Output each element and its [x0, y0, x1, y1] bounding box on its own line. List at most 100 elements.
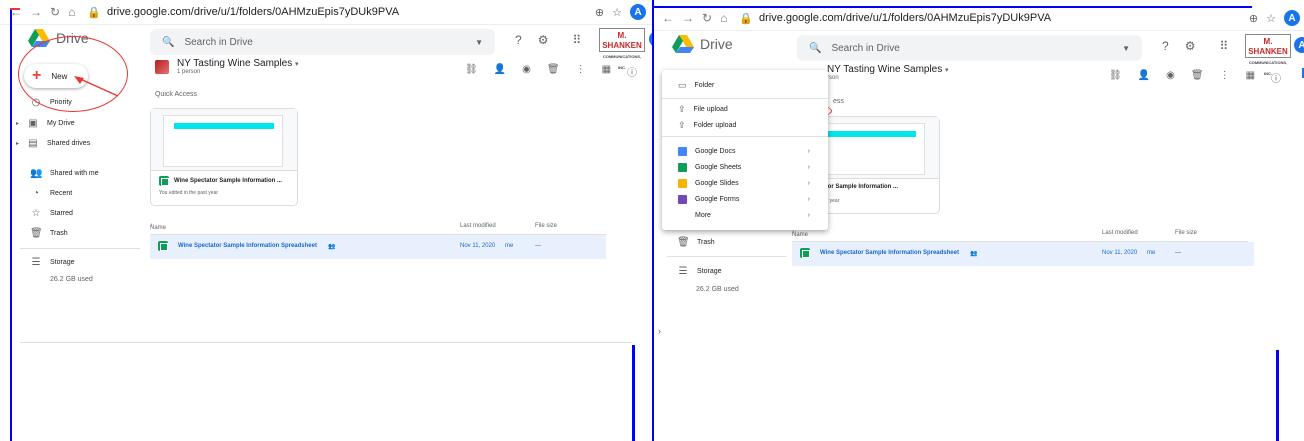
search-icon[interactable]: 🔍 — [162, 37, 174, 48]
search-input[interactable]: 🔍 Search in Drive ▼ — [797, 35, 1142, 61]
main-content: NY Tasting Wine Samples ▾ rson ⛓ 👤 ◉ 🗑 ⋮… — [792, 64, 1281, 344]
sidebar-item-recent[interactable]: ◔ Recent — [30, 186, 72, 200]
menu-item-google-sheets[interactable]: Google Sheets › — [662, 160, 828, 174]
more-vert-icon[interactable]: ⋮ — [1220, 70, 1230, 85]
lock-icon: 🔒 — [739, 12, 754, 25]
help-icon[interactable]: ? — [1162, 39, 1169, 53]
url-text[interactable]: drive.google.com/drive/u/1/folders/0AHMz… — [759, 12, 1051, 24]
table-row[interactable]: Wine Spectator Sample Information Spread… — [792, 242, 1254, 266]
home-icon[interactable]: ⌂ — [720, 11, 727, 25]
search-options-icon[interactable]: ▼ — [475, 38, 483, 47]
grid-view-icon[interactable]: ▦ — [1246, 70, 1255, 85]
search-input[interactable]: 🔍 Search in Drive ▼ — [150, 29, 495, 55]
info-icon[interactable]: ⓘ — [627, 64, 637, 79]
add-person-icon[interactable]: 👤 — [1138, 70, 1150, 85]
apps-grid-icon[interactable]: ⠿ — [572, 33, 581, 47]
expand-icon[interactable]: ▸ — [16, 120, 19, 127]
folder-header[interactable]: NY Tasting Wine Samples ▾ rson — [827, 64, 949, 81]
sidebar-divider — [20, 248, 140, 249]
help-icon[interactable]: ? — [515, 33, 522, 47]
menu-item-google-forms[interactable]: Google Forms › — [662, 192, 828, 206]
sidebar-item-label: My Drive — [47, 119, 75, 127]
preview-icon[interactable]: ◉ — [522, 64, 531, 79]
row-owner: me — [505, 243, 514, 249]
reload-icon[interactable]: ↻ — [50, 5, 60, 19]
trash-icon[interactable]: 🗑 — [547, 64, 560, 79]
quick-access-card[interactable]: Wine Spectator Sample Information ... Yo… — [150, 108, 298, 206]
menu-item-google-slides[interactable]: Google Slides › — [662, 176, 828, 190]
table-row[interactable]: Wine Spectator Sample Information Spread… — [150, 235, 606, 259]
menu-item-folder-upload[interactable]: ⇪ Folder upload — [662, 118, 828, 132]
sidebar-item-storage[interactable]: ☰ Storage — [30, 255, 75, 269]
add-person-icon[interactable]: 👤 — [494, 64, 506, 79]
folder-icon: ▭ — [678, 79, 687, 90]
folder-subtitle: rson — [827, 75, 839, 81]
drive-screenshot-left: ← → ↻ ⌂ 🔒 drive.google.com/drive/u/1/fol… — [0, 0, 652, 441]
star-bookmark-icon[interactable]: ☆ — [612, 6, 622, 19]
storage-used-text: 26.2 GB used — [50, 276, 93, 283]
menu-item-file-upload[interactable]: ⇪ File upload — [662, 102, 828, 116]
sidebar-item-starred[interactable]: ☆ Starred — [30, 206, 73, 220]
sidebar-item-shared-drives[interactable]: ▸ ▤ Shared drives — [16, 136, 90, 150]
settings-icon[interactable]: ⚙ — [538, 33, 549, 47]
browser-address-bar: ← → ↻ ⌂ 🔒 drive.google.com/drive/u/1/fol… — [0, 0, 652, 25]
file-preview-sheet — [163, 115, 283, 167]
menu-item-google-docs[interactable]: Google Docs › — [662, 144, 828, 158]
more-vert-icon[interactable]: ⋮ — [576, 64, 586, 79]
folder-title[interactable]: NY Tasting Wine Samples ▾ — [827, 64, 949, 75]
trash-icon: 🗑 — [677, 236, 690, 248]
avatar[interactable]: A — [630, 4, 646, 20]
column-name[interactable]: Name ↑ — [792, 230, 808, 238]
apps-grid-icon[interactable]: ⠿ — [1219, 39, 1228, 53]
grid-view-icon[interactable]: ▦ — [602, 64, 611, 79]
search-options-icon[interactable]: ▼ — [1122, 44, 1130, 53]
sheets-icon — [159, 176, 169, 186]
account-avatar[interactable]: A — [1294, 37, 1304, 53]
annotation-blue-left — [10, 8, 12, 441]
chevron-down-icon[interactable]: ▾ — [295, 61, 299, 68]
link-icon[interactable]: ⛓ — [465, 64, 478, 79]
menu-divider — [662, 136, 828, 137]
chevron-right-icon[interactable]: › — [658, 326, 661, 336]
url-text[interactable]: drive.google.com/drive/u/1/folders/0AHMz… — [107, 6, 399, 18]
chevron-down-icon[interactable]: ▾ — [945, 67, 949, 74]
forward-icon[interactable]: → — [30, 5, 42, 19]
search-icon[interactable]: 🔍 — [809, 43, 821, 54]
menu-item-more[interactable]: More › — [662, 208, 828, 222]
folder-subtitle: 1 person — [177, 69, 201, 75]
column-file-size[interactable]: File size — [1175, 230, 1197, 236]
org-logo-text: M. SHANKEN — [1248, 37, 1288, 56]
file-preview — [151, 109, 297, 171]
sidebar-item-trash[interactable]: 🗑 Trash — [677, 235, 715, 249]
column-last-modified[interactable]: Last modified — [1102, 230, 1138, 236]
column-file-size[interactable]: File size — [535, 223, 557, 229]
link-icon[interactable]: ⛓ — [1109, 70, 1122, 85]
back-icon[interactable]: ← — [662, 11, 674, 25]
folder-title[interactable]: NY Tasting Wine Samples ▾ — [177, 58, 299, 69]
sidebar-item-storage[interactable]: ☰ Storage — [677, 264, 722, 278]
browser-address-bar: ← → ↻ ⌂ 🔒 drive.google.com/drive/u/1/fol… — [652, 6, 1304, 31]
sidebar-item-trash[interactable]: 🗑 Trash — [30, 226, 68, 240]
forms-icon — [678, 194, 687, 204]
expand-icon[interactable]: ▸ — [16, 140, 19, 147]
file-list-header: Name ↑ Last modified File size — [792, 228, 1248, 242]
star-bookmark-icon[interactable]: ☆ — [1266, 12, 1276, 25]
preview-icon[interactable]: ◉ — [1166, 70, 1175, 85]
sidebar-item-my-drive[interactable]: ▸ ▣ My Drive — [16, 116, 75, 130]
sidebar-item-shared-with-me[interactable]: 👥 Shared with me — [30, 166, 99, 180]
menu-item-folder[interactable]: ▭ Folder — [662, 78, 828, 92]
install-icon[interactable]: ⊕ — [1249, 12, 1258, 25]
column-last-modified[interactable]: Last modified — [460, 223, 496, 229]
row-size: — — [535, 243, 541, 249]
column-name[interactable]: Name ↑ — [150, 223, 166, 231]
home-icon[interactable]: ⌂ — [68, 5, 75, 19]
settings-icon[interactable]: ⚙ — [1185, 39, 1196, 53]
trash-icon[interactable]: 🗑 — [1191, 70, 1204, 85]
reload-icon[interactable]: ↻ — [702, 11, 712, 25]
info-icon[interactable]: ⓘ — [1271, 70, 1281, 85]
drive-logo[interactable]: Drive — [672, 35, 733, 53]
install-icon[interactable]: ⊕ — [595, 6, 604, 19]
folder-header[interactable]: NY Tasting Wine Samples ▾ 1 person — [155, 58, 299, 75]
forward-icon[interactable]: → — [682, 11, 694, 25]
avatar[interactable]: A — [1284, 10, 1300, 26]
